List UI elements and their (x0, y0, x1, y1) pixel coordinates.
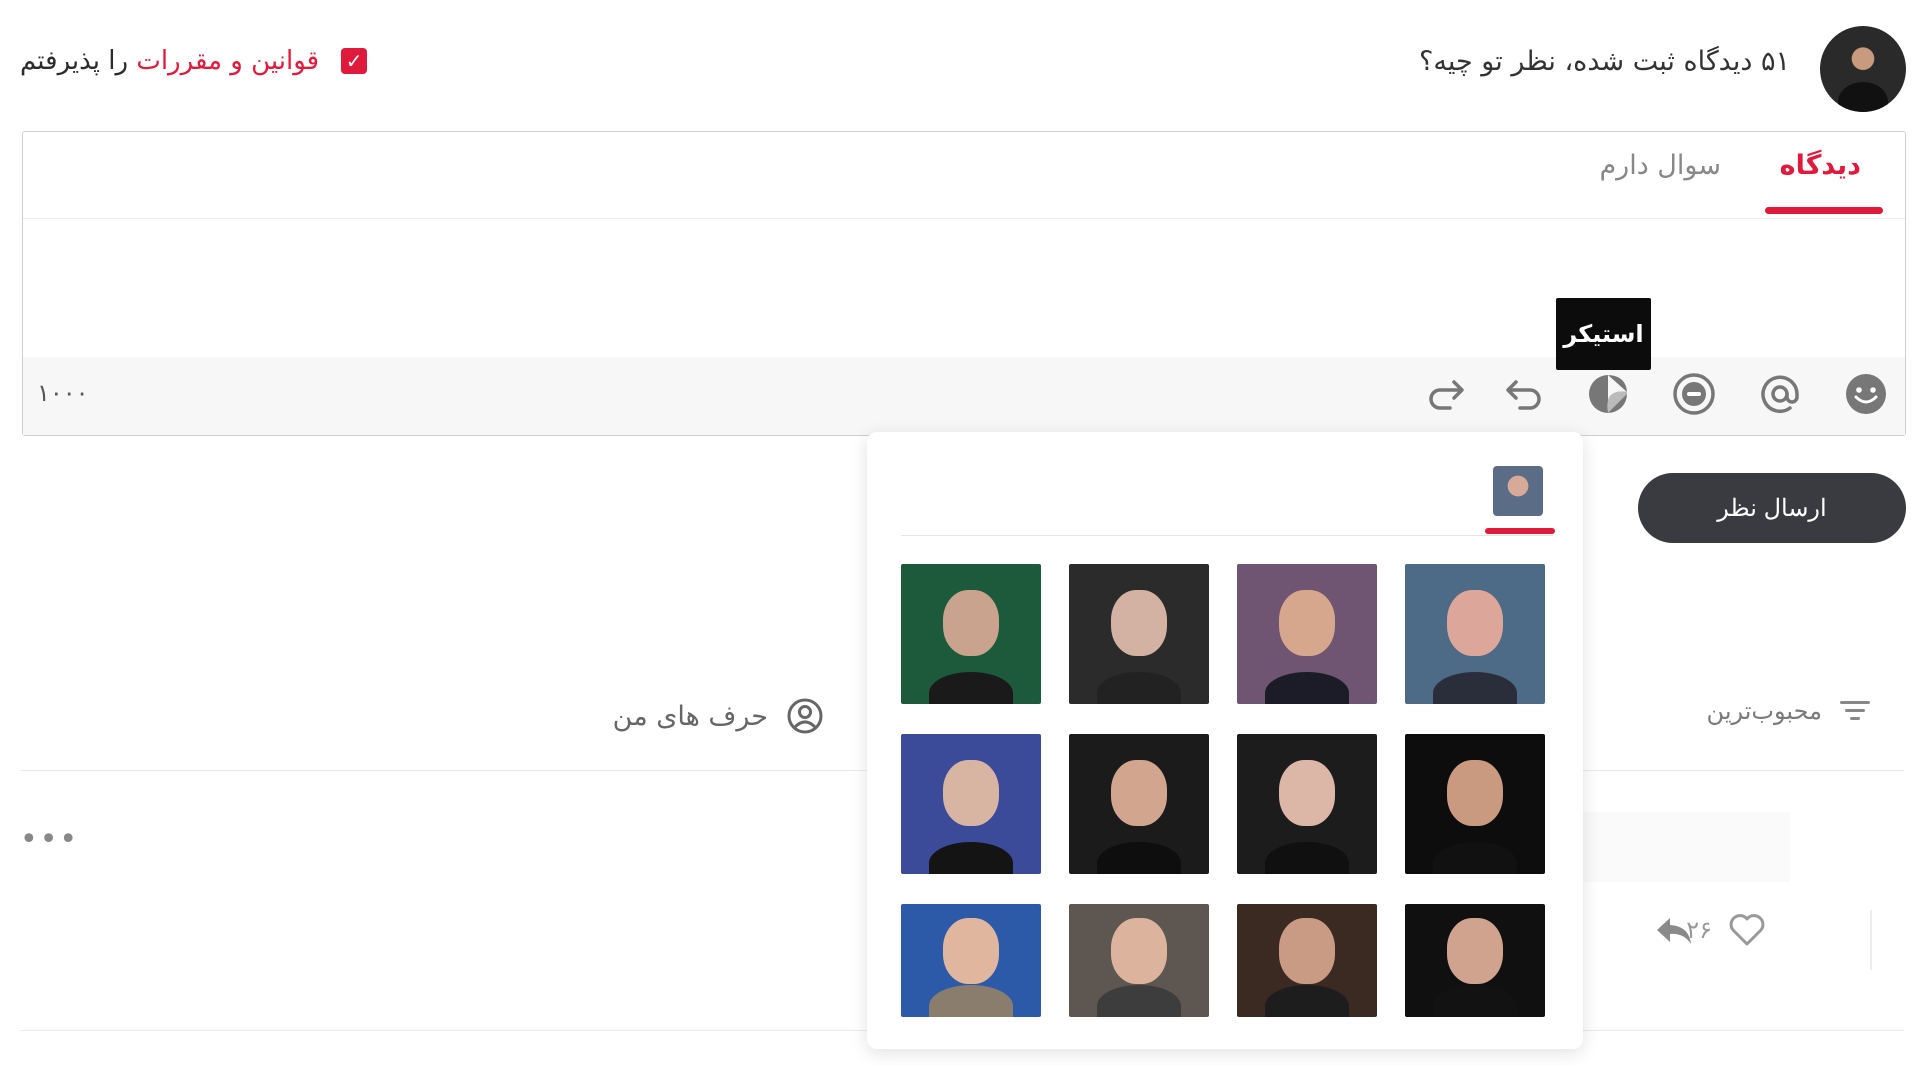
panel-divider (901, 535, 1553, 536)
sticker-figure (1265, 672, 1349, 704)
send-comment-button[interactable]: ارسال نظر (1638, 473, 1906, 543)
sticker-figure (1433, 672, 1517, 704)
comment-divider (1870, 910, 1872, 970)
like-button[interactable]: ۲۶ (1686, 913, 1766, 947)
spoiler-icon[interactable] (1671, 371, 1717, 417)
sticker-face (1279, 589, 1335, 656)
user-avatar (1820, 26, 1906, 112)
sticker-item[interactable] (1405, 734, 1545, 874)
sticker-face (943, 759, 999, 826)
terms-checkbox[interactable]: ✓ (341, 48, 368, 74)
sticker-figure (1097, 672, 1181, 704)
sticker-face (1279, 759, 1335, 826)
reply-icon[interactable] (1654, 914, 1694, 952)
sort-label: محبوب‌ترین (1706, 697, 1822, 725)
sticker-grid (901, 564, 1553, 1017)
sticker-item[interactable] (901, 904, 1041, 1017)
sticker-figure (929, 842, 1013, 874)
sticker-item[interactable] (1237, 734, 1377, 874)
sticker-icon[interactable] (1585, 371, 1631, 417)
sticker-item[interactable] (1069, 734, 1209, 874)
sticker-item[interactable] (1405, 564, 1545, 704)
terms-link[interactable]: قوانین و مقررات (136, 46, 319, 76)
terms-acceptance: ✓ قوانین و مقررات را پذیرفتم (20, 46, 368, 76)
sticker-face (1111, 918, 1167, 985)
redo-icon[interactable] (1423, 371, 1469, 417)
sticker-item[interactable] (1069, 904, 1209, 1017)
my-comments-label: حرف های من (612, 700, 768, 732)
sticker-panel (867, 432, 1583, 1049)
emoji-icon[interactable] (1843, 371, 1889, 417)
sticker-item[interactable] (1237, 904, 1377, 1017)
sticker-item[interactable] (901, 564, 1041, 704)
user-circle-icon (787, 698, 823, 734)
my-comments-filter[interactable]: حرف های من (613, 697, 824, 735)
sort-dropdown[interactable]: محبوب‌ترین (1707, 697, 1870, 725)
check-icon: ✓ (345, 49, 363, 73)
sticker-figure (1097, 842, 1181, 874)
sticker-figure (1265, 842, 1349, 874)
sticker-face (1279, 918, 1335, 985)
active-tab-indicator (1765, 207, 1883, 214)
sticker-figure (929, 672, 1013, 704)
sticker-figure (1433, 985, 1517, 1017)
sticker-item[interactable] (1237, 564, 1377, 704)
tab-question[interactable]: سوال دارم (1599, 150, 1721, 181)
heart-icon (1729, 914, 1765, 946)
comments-title: ۵۱ دیدگاه ثبت شده، نظر تو چیه؟ (1419, 46, 1790, 77)
sticker-face (943, 589, 999, 656)
sticker-tooltip: استیکر (1556, 298, 1651, 370)
undo-icon[interactable] (1501, 371, 1547, 417)
sticker-face (1447, 918, 1503, 985)
sticker-figure (1097, 985, 1181, 1017)
sticker-item[interactable] (901, 734, 1041, 874)
sticker-face (1111, 589, 1167, 656)
terms-suffix: را پذیرفتم (20, 46, 137, 76)
active-pack-indicator (1485, 528, 1555, 534)
sticker-figure (1433, 842, 1517, 874)
sticker-face (943, 918, 999, 985)
terms-text: قوانین و مقررات را پذیرفتم (20, 46, 319, 76)
editor-tabs: دیدگاه سوال دارم (23, 132, 1905, 219)
char-counter: ۱۰۰۰ (37, 379, 89, 407)
sticker-item[interactable] (1405, 904, 1545, 1017)
sticker-figure (929, 985, 1013, 1017)
comment-editor: دیدگاه سوال دارم ۱۰۰۰ (22, 131, 1906, 436)
sticker-pack-tab[interactable] (1493, 466, 1543, 516)
tab-comment[interactable]: دیدگاه (1780, 150, 1861, 181)
sticker-face (1111, 759, 1167, 826)
more-options-icon[interactable]: ••• (20, 822, 79, 857)
sticker-item[interactable] (1069, 564, 1209, 704)
sticker-face (1447, 759, 1503, 826)
filter-icon (1840, 701, 1870, 720)
mention-icon[interactable] (1757, 371, 1803, 417)
sticker-face (1447, 589, 1503, 656)
sticker-figure (1265, 985, 1349, 1017)
